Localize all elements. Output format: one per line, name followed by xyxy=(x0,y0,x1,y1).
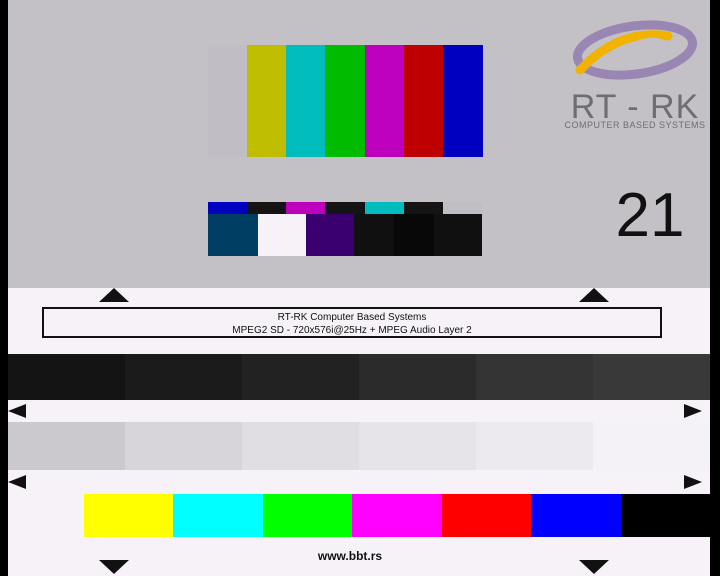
rtrk-logo: RT - RK COMPUTER BASED SYSTEMS xyxy=(560,18,710,138)
saturated-bar-1 xyxy=(84,494,174,537)
color-bar-mid-6 xyxy=(404,202,444,214)
color-bar-mid-5 xyxy=(365,202,405,214)
pluge-block-7 xyxy=(458,214,482,256)
color-bar-1 xyxy=(208,45,248,157)
saturated-bar-2 xyxy=(173,494,263,537)
marker-left-2-icon xyxy=(8,475,26,489)
color-bar-mid-3 xyxy=(286,202,326,214)
dark-step-2 xyxy=(125,354,242,400)
marker-right-2-icon xyxy=(684,475,702,489)
info-line-2: MPEG2 SD - 720x576i@25Hz + MPEG Audio La… xyxy=(232,325,472,336)
color-bar-7 xyxy=(443,45,483,157)
pluge-block-6 xyxy=(434,214,458,256)
footer-url: www.bbt.rs xyxy=(317,549,383,563)
dark-step-3 xyxy=(242,354,359,400)
right-border xyxy=(710,0,720,576)
marker-down-right-icon xyxy=(579,560,609,574)
color-bar-3 xyxy=(286,45,326,157)
marker-down-left-icon xyxy=(99,560,129,574)
dark-step-5 xyxy=(476,354,593,400)
color-bar-mid-4 xyxy=(325,202,365,214)
saturated-bar-7 xyxy=(621,494,711,537)
color-bar-mid-7 xyxy=(443,202,483,214)
channel-number: 21 xyxy=(615,181,685,250)
pluge-block-2 xyxy=(258,214,306,256)
info-line-1: RT-RK Computer Based Systems xyxy=(277,312,427,323)
marker-up-right-icon xyxy=(579,288,609,302)
saturated-bar-5 xyxy=(442,494,532,537)
logo-subtitle: COMPUTER BASED SYSTEMS xyxy=(564,120,706,130)
light-step-5 xyxy=(476,422,593,470)
dark-gray-steps xyxy=(8,354,710,400)
bottom-left-white xyxy=(8,494,84,537)
pluge-block-3 xyxy=(306,214,354,256)
dark-step-1 xyxy=(8,354,125,400)
saturated-bar-6 xyxy=(531,494,621,537)
saturated-bar-3 xyxy=(263,494,353,537)
white-separator-2 xyxy=(8,470,710,494)
light-step-2 xyxy=(125,422,242,470)
color-bar-2 xyxy=(247,45,287,157)
dark-step-4 xyxy=(359,354,476,400)
saturated-bar-4 xyxy=(352,494,442,537)
pluge-block-4 xyxy=(354,214,394,256)
left-border xyxy=(0,0,8,576)
light-step-4 xyxy=(359,422,476,470)
pluge-block-5 xyxy=(394,214,434,256)
color-bar-6 xyxy=(404,45,444,157)
light-gray-steps xyxy=(8,422,710,470)
marker-up-left-icon xyxy=(99,288,129,302)
pluge-block-1 xyxy=(208,214,258,256)
saturated-color-bars xyxy=(84,494,711,537)
light-step-6 xyxy=(593,422,710,470)
color-bar-mid-1 xyxy=(208,202,248,214)
light-step-3 xyxy=(242,422,359,470)
color-bar-4 xyxy=(325,45,365,157)
white-separator-1 xyxy=(8,400,710,422)
info-box: RT-RK Computer Based Systems MPEG2 SD - … xyxy=(42,307,662,338)
dark-step-6 xyxy=(593,354,710,400)
marker-left-1-icon xyxy=(8,404,26,418)
test-pattern-screen: RT - RK COMPUTER BASED SYSTEMS 21 RT-RK … xyxy=(0,0,720,576)
color-bars-block xyxy=(208,45,483,256)
color-bar-mid-2 xyxy=(247,202,287,214)
light-step-1 xyxy=(8,422,125,470)
marker-right-1-icon xyxy=(684,404,702,418)
logo-swoosh-icon xyxy=(572,20,698,80)
color-bar-5 xyxy=(365,45,405,157)
